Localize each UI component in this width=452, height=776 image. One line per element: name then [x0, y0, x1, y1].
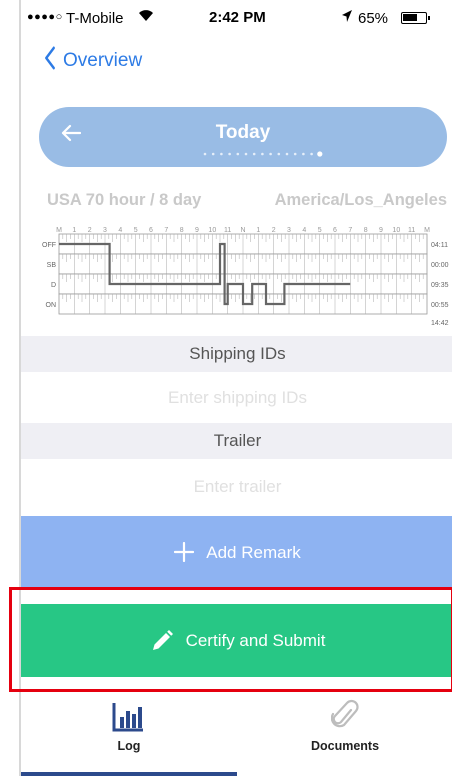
certify-and-submit-button[interactable]: Certify and Submit: [21, 604, 452, 677]
hour-label: 9: [195, 227, 199, 234]
back-to-overview-button[interactable]: Overview: [43, 46, 142, 76]
active-tab-indicator: [21, 772, 237, 776]
row-total: 00:00: [431, 262, 449, 269]
signal-strength-icon: ●●●●○: [27, 11, 63, 23]
page-indicator: [203, 151, 323, 157]
row-total: 04:11: [431, 242, 448, 249]
hour-label: 4: [118, 227, 122, 234]
hour-label: M: [424, 227, 430, 234]
clock: 2:42 PM: [209, 9, 266, 26]
add-remark-label: Add Remark: [206, 542, 301, 562]
hour-label: 6: [333, 227, 337, 234]
bar-chart-icon: [112, 703, 143, 732]
page-dot: [277, 152, 281, 156]
hour-label: 5: [134, 227, 138, 234]
tab-documents-label: Documents: [310, 739, 380, 753]
page-dot: [310, 152, 313, 156]
hour-label: 7: [164, 227, 168, 234]
status-row-label: SB: [47, 262, 57, 269]
shipping-ids-input[interactable]: Enter shipping IDs: [21, 374, 452, 422]
status-bar: ●●●●○ T-Mobile 2:42 PM 65%: [21, 0, 452, 36]
tab-log[interactable]: Log: [21, 692, 237, 776]
hour-label: 5: [318, 227, 322, 234]
tab-log-label: Log: [117, 739, 141, 753]
status-row-label: ON: [46, 302, 57, 309]
location-arrow-icon: [341, 9, 353, 26]
page-dot: [293, 152, 297, 156]
duty-status-graph: M 1 2 3 4 5 6 7 8 9 10 11 N 1 2 3 4 5 6 7 8 9 10 11 M OFF 04:11 SB 0…: [42, 227, 449, 326]
status-row-label: OFF: [42, 242, 56, 249]
grand-total: 14:42: [431, 320, 449, 326]
battery-percentage: 65%: [358, 10, 389, 27]
tab-documents[interactable]: Documents: [237, 692, 452, 776]
hour-label: 8: [180, 227, 184, 234]
hour-label: 2: [272, 227, 276, 234]
wifi-icon: [138, 9, 154, 25]
certify-label: Certify and Submit: [185, 630, 326, 650]
shipping-ids-header: Shipping IDs: [21, 336, 452, 372]
back-button-label: Overview: [63, 50, 143, 71]
tab-bar: Log Documents: [21, 692, 452, 776]
page-dot: [220, 152, 223, 156]
trailer-header: Trailer: [21, 423, 452, 459]
trailer-input[interactable]: Enter trailer: [21, 463, 452, 511]
page-dot: [236, 152, 240, 156]
row-total: 09:35: [431, 282, 449, 289]
add-remark-button[interactable]: Add Remark: [21, 516, 452, 589]
hour-label: 4: [302, 227, 306, 234]
page-dot: [269, 152, 272, 156]
status-row-label: D: [51, 282, 56, 289]
hour-label: 1: [256, 227, 260, 234]
hour-label: 11: [224, 227, 231, 234]
hour-label: 2: [88, 227, 92, 234]
page-dot: [252, 152, 256, 156]
page-dot-active: [317, 151, 323, 157]
row-total: 00:55: [431, 302, 449, 309]
day-title: Today: [215, 122, 271, 143]
page-dot: [285, 152, 289, 156]
hour-label: 7: [348, 227, 352, 234]
page-dot: [228, 152, 231, 156]
paperclip-icon: [331, 699, 359, 728]
carrier-name: T-Mobile: [66, 10, 124, 27]
chevron-left-icon: [45, 46, 56, 76]
hour-label: 11: [408, 227, 415, 234]
log-info-row: USA 70 hour / 8 day America/Los_Angeles: [47, 191, 447, 210]
hour-label: 10: [208, 227, 216, 234]
timezone-label: America/Los_Angeles: [274, 191, 447, 209]
page-dot: [211, 152, 215, 156]
day-selector[interactable]: Today: [39, 107, 447, 167]
hour-label: N: [240, 227, 245, 234]
hour-label: 6: [149, 227, 153, 234]
hour-label: 3: [287, 227, 291, 234]
page-dot: [203, 152, 207, 156]
battery-icon: [401, 12, 430, 24]
page-dot: [244, 152, 248, 156]
page-dot: [261, 152, 264, 156]
plus-icon: [174, 539, 195, 567]
app-screen: ●●●●○ T-Mobile 2:42 PM 65% Overview Toda…: [9, 0, 452, 776]
hour-label: 10: [392, 227, 400, 234]
page-dot: [302, 152, 305, 156]
hour-label: 8: [364, 227, 368, 234]
ruleset-label: USA 70 hour / 8 day: [47, 191, 202, 209]
hour-label: 3: [103, 227, 107, 234]
hour-label: M: [56, 227, 62, 234]
pencil-icon: [152, 629, 173, 650]
hour-label: 9: [379, 227, 383, 234]
hour-label: 1: [72, 227, 76, 234]
